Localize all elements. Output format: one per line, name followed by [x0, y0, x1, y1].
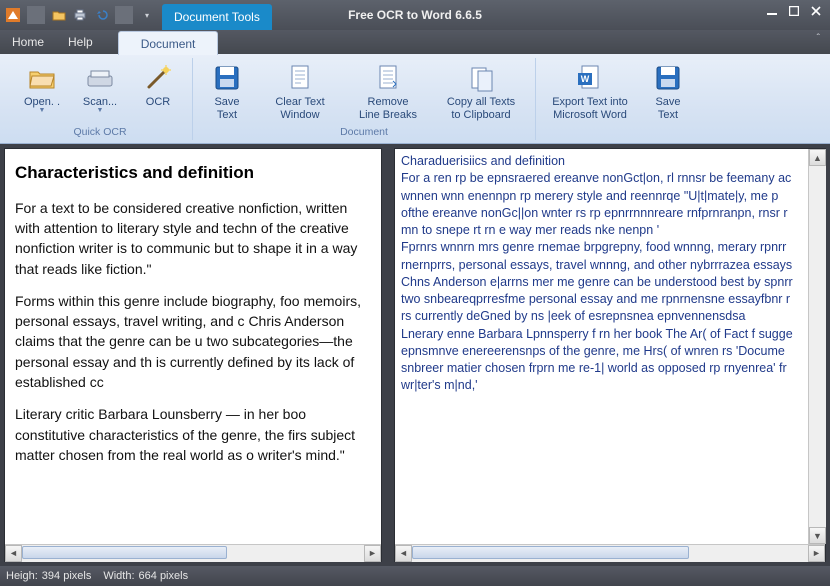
title-bar: ▾ Document Tools Free OCR to Word 6.6.5 — [0, 0, 830, 30]
ocr-line: Fprnrs wnnrn mrs genre rnemae brpgrepny,… — [401, 239, 805, 256]
scroll-left-icon[interactable]: ◄ — [395, 545, 412, 562]
menu-help[interactable]: Help — [56, 30, 105, 54]
scroll-vtrack[interactable] — [809, 166, 826, 527]
scroll-up-icon[interactable]: ▲ — [809, 149, 826, 166]
preview-para-1: For a text to be considered creative non… — [15, 198, 371, 279]
ribbon-group-export: W Export Text into Microsoft Word Save T… — [536, 58, 702, 140]
ocr-label: OCR — [146, 96, 170, 109]
ribbon: Open. . ▼ Scan... ▼ OCR Quick OCR — [0, 54, 830, 144]
ocr-line: Charaduerisiics and definition — [401, 153, 805, 170]
scan-button[interactable]: Scan... ▼ — [72, 58, 128, 126]
scroll-down-icon[interactable]: ▼ — [809, 527, 826, 544]
scroll-thumb[interactable] — [412, 546, 689, 559]
copy-clipboard-button[interactable]: Copy all Texts to Clipboard — [433, 58, 529, 126]
wand-icon — [142, 62, 174, 94]
ribbon-group-text: Save Text Clear Text Window Remove Line … — [193, 58, 536, 140]
scanner-icon — [84, 62, 116, 94]
ocr-text-pane: Charaduerisiics and definition For a ren… — [394, 148, 826, 562]
preview-heading: Characteristics and definition — [15, 161, 371, 186]
app-icon — [4, 6, 22, 24]
divider — [27, 6, 45, 24]
scroll-thumb[interactable] — [22, 546, 227, 559]
menu-document[interactable]: Document — [118, 31, 219, 55]
ocr-button[interactable]: OCR — [130, 58, 186, 126]
save-text-2-button[interactable]: Save Text — [640, 58, 696, 126]
save-text-button[interactable]: Save Text — [199, 58, 255, 126]
context-tab-document-tools: Document Tools — [162, 4, 272, 30]
qat-print-icon[interactable] — [71, 6, 89, 24]
ocr-line: ofthe ereanve nonGc||on wnter rs rp epnr… — [401, 205, 805, 222]
hscrollbar-right[interactable]: ◄ ► — [395, 544, 825, 561]
image-preview-pane: Characteristics and definition For a tex… — [4, 148, 382, 562]
hscrollbar-left[interactable]: ◄ ► — [5, 544, 381, 561]
clear-text-label: Clear Text Window — [275, 96, 324, 121]
divider — [115, 6, 133, 24]
document-linebreak-icon — [372, 62, 404, 94]
status-bar: Heigh: 394 pixels Width: 664 pixels — [0, 566, 830, 586]
chevron-down-icon: ▼ — [39, 107, 46, 114]
ocr-line: wr|ter's m|nd,' — [401, 377, 805, 394]
ocr-text-area[interactable]: Charaduerisiics and definition For a ren… — [395, 149, 825, 544]
group-label-quick-ocr: Quick OCR — [73, 126, 126, 140]
save-text-label: Save Text — [214, 96, 239, 121]
word-export-icon: W — [574, 62, 606, 94]
folder-open-icon — [26, 62, 58, 94]
export-word-label: Export Text into Microsoft Word — [552, 96, 628, 121]
save-text-2-label: Save Text — [655, 96, 680, 121]
status-width-value: 664 pixels — [139, 570, 189, 582]
group-label-blank — [618, 126, 621, 140]
window-controls — [764, 4, 824, 18]
maximize-button[interactable] — [786, 4, 802, 18]
image-content: Characteristics and definition For a tex… — [5, 149, 381, 544]
clear-text-button[interactable]: Clear Text Window — [257, 58, 343, 126]
clipboard-icon — [465, 62, 497, 94]
ocr-line: Lnerary enne Barbara Lpnnsperry f rn her… — [401, 326, 805, 343]
menu-home[interactable]: Home — [0, 30, 56, 54]
splitter[interactable] — [386, 148, 390, 562]
collapse-ribbon-icon[interactable]: ˆ — [817, 33, 820, 44]
ocr-line: rs currently deGned by ns |eek of esrepn… — [401, 308, 805, 325]
status-height-value: 394 pixels — [42, 570, 92, 582]
ocr-line: two snbeareqprresfme personal essay and … — [401, 291, 805, 308]
scroll-right-icon[interactable]: ► — [808, 545, 825, 562]
group-label-document: Document — [340, 126, 388, 140]
quick-access-toolbar: ▾ — [0, 6, 156, 24]
minimize-button[interactable] — [764, 4, 780, 18]
qat-undo-icon[interactable] — [92, 6, 110, 24]
main-area: Characteristics and definition For a tex… — [0, 144, 830, 566]
scroll-left-icon[interactable]: ◄ — [5, 545, 22, 562]
save-icon — [211, 62, 243, 94]
qat-dropdown-icon[interactable]: ▾ — [138, 6, 156, 24]
menu-bar: Home Help Document ˆ — [0, 30, 830, 54]
remove-lb-label: Remove Line Breaks — [359, 96, 417, 121]
svg-text:W: W — [581, 74, 590, 84]
scroll-track[interactable] — [22, 545, 364, 562]
copy-clipboard-label: Copy all Texts to Clipboard — [447, 96, 515, 121]
status-height-label: Heigh: — [6, 570, 38, 582]
preview-para-3: Literary critic Barbara Lounsberry — in … — [15, 404, 371, 465]
scroll-right-icon[interactable]: ► — [364, 545, 381, 562]
ocr-line: snbreer matier chosen frprn me re-1| wor… — [401, 360, 805, 377]
export-word-button[interactable]: W Export Text into Microsoft Word — [542, 58, 638, 126]
document-clear-icon — [284, 62, 316, 94]
ocr-line: rnernprrs, personal essays, travel wnnng… — [401, 257, 805, 274]
vscrollbar-right[interactable]: ▲ ▼ — [808, 149, 825, 544]
save-icon — [652, 62, 684, 94]
ocr-line: epnsmnve enereerensnps of the genre, me … — [401, 343, 805, 360]
remove-line-breaks-button[interactable]: Remove Line Breaks — [345, 58, 431, 126]
chevron-down-icon: ▼ — [97, 107, 104, 114]
ocr-line: Chns Anderson e|arrns mer me genre can b… — [401, 274, 805, 291]
ocr-line: For a ren rp be epnsraered ereanve nonGc… — [401, 170, 805, 187]
ribbon-group-quick-ocr: Open. . ▼ Scan... ▼ OCR Quick OCR — [8, 58, 193, 140]
qat-open-icon[interactable] — [50, 6, 68, 24]
ocr-line: wnnen wnn enennpn rp merery style and re… — [401, 188, 805, 205]
open-button[interactable]: Open. . ▼ — [14, 58, 70, 126]
scroll-track[interactable] — [412, 545, 808, 562]
preview-para-2: Forms within this genre include biograph… — [15, 291, 371, 392]
status-width-label: Width: — [103, 570, 134, 582]
ocr-line: mn to snepe rt rn e way mer reads nke ne… — [401, 222, 805, 239]
close-button[interactable] — [808, 4, 824, 18]
